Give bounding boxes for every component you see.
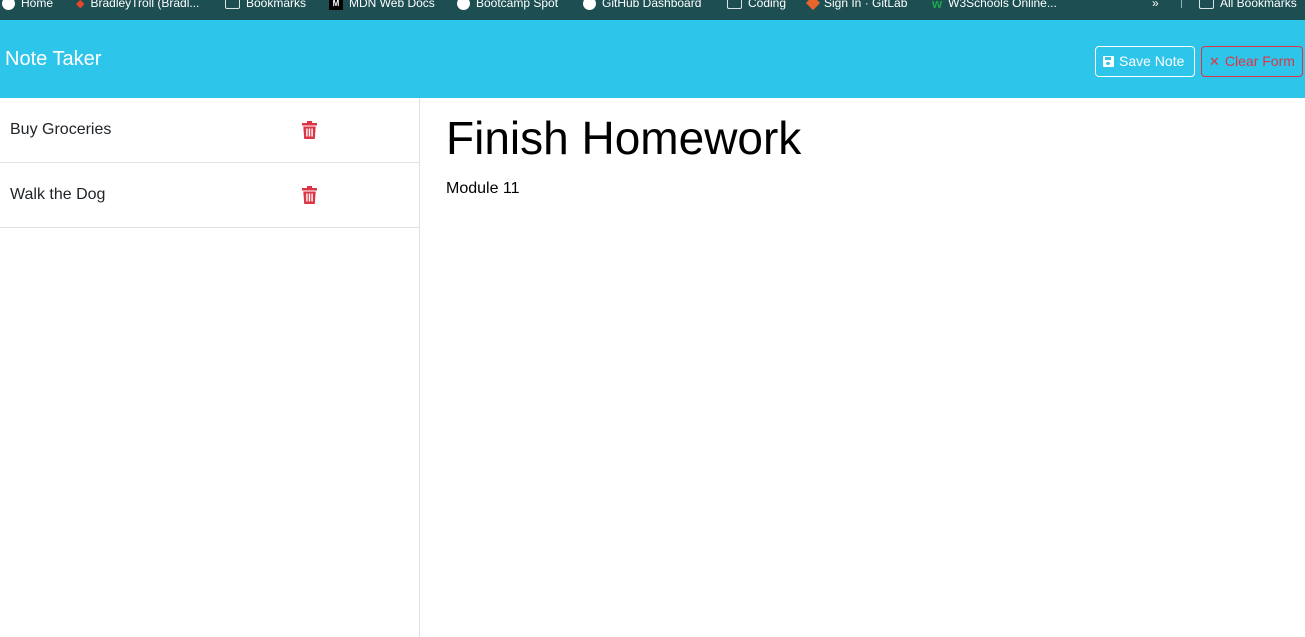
note-list-title: Buy Groceries <box>10 121 112 138</box>
folder-icon <box>225 0 240 9</box>
notes-list: Buy Groceries Walk the Dog <box>0 98 420 637</box>
bookmark-bootcamp-spot[interactable]: Bootcamp Spot <box>457 0 558 11</box>
bookmark-w3schools[interactable]: w W3Schools Online... <box>932 0 1057 11</box>
navbar: Note Taker Save Note ✕ Clear Form <box>0 20 1305 98</box>
list-item[interactable]: Walk the Dog <box>0 163 419 228</box>
save-icon <box>1103 56 1114 67</box>
note-title-input[interactable]: Finish Homework <box>446 112 801 164</box>
bookmark-label: MDN Web Docs <box>349 0 435 10</box>
bookmarks-bar: Home ◆ BradleyTroll (Bradl... Bookmarks … <box>0 0 1305 20</box>
bookmark-mdn[interactable]: M MDN Web Docs <box>329 0 435 11</box>
bookmark-bradleytroll[interactable]: ◆ BradleyTroll (Bradl... <box>76 0 199 11</box>
bookmark-folder-bookmarks[interactable]: Bookmarks <box>225 0 306 11</box>
gitlab-icon <box>805 0 821 11</box>
bookmarks-divider <box>1181 0 1182 8</box>
bookmark-label: Bookmarks <box>246 0 307 10</box>
bookmark-label: Bootcamp Spot <box>476 0 559 10</box>
app-brand[interactable]: Note Taker <box>5 47 101 71</box>
bookmark-home[interactable]: Home <box>2 0 53 11</box>
clear-form-button[interactable]: ✕ Clear Form <box>1201 46 1303 77</box>
bookmark-label: BradleyTroll (Bradl... <box>90 0 200 10</box>
globe-icon <box>457 0 470 10</box>
folder-icon <box>727 0 742 9</box>
all-bookmarks-label: All Bookmarks <box>1220 0 1297 10</box>
github-icon <box>583 0 596 10</box>
bookmark-label: GitHub Dashboard <box>602 0 702 10</box>
chevron-double-right-icon: » <box>1152 0 1159 10</box>
bookmark-folder-coding[interactable]: Coding <box>727 0 786 11</box>
trash-icon[interactable] <box>302 186 317 204</box>
note-list-title: Walk the Dog <box>10 186 106 203</box>
app-icon: ◆ <box>76 0 85 10</box>
globe-icon <box>2 0 15 10</box>
bookmark-label: Coding <box>748 0 787 10</box>
bookmark-github-dashboard[interactable]: GitHub Dashboard <box>583 0 701 11</box>
w3schools-icon: w <box>932 0 943 11</box>
bookmarks-overflow-button[interactable]: » <box>1152 0 1159 11</box>
save-note-label: Save Note <box>1119 53 1185 69</box>
all-bookmarks-button[interactable]: All Bookmarks <box>1199 0 1297 11</box>
clear-form-label: Clear Form <box>1224 53 1295 69</box>
trash-icon[interactable] <box>302 121 317 139</box>
bookmark-label: Home <box>21 0 54 10</box>
close-icon: ✕ <box>1209 53 1220 69</box>
bookmark-label: Sign In · GitLab <box>824 0 908 10</box>
list-item[interactable]: Buy Groceries <box>0 98 419 163</box>
folder-icon <box>1199 0 1214 9</box>
bookmark-label: W3Schools Online... <box>948 0 1057 10</box>
mdn-icon: M <box>329 0 343 10</box>
save-note-button[interactable]: Save Note <box>1095 46 1195 77</box>
note-text-area[interactable]: Module 11 <box>446 179 520 199</box>
bookmark-gitlab[interactable]: Sign In · GitLab <box>805 0 908 11</box>
